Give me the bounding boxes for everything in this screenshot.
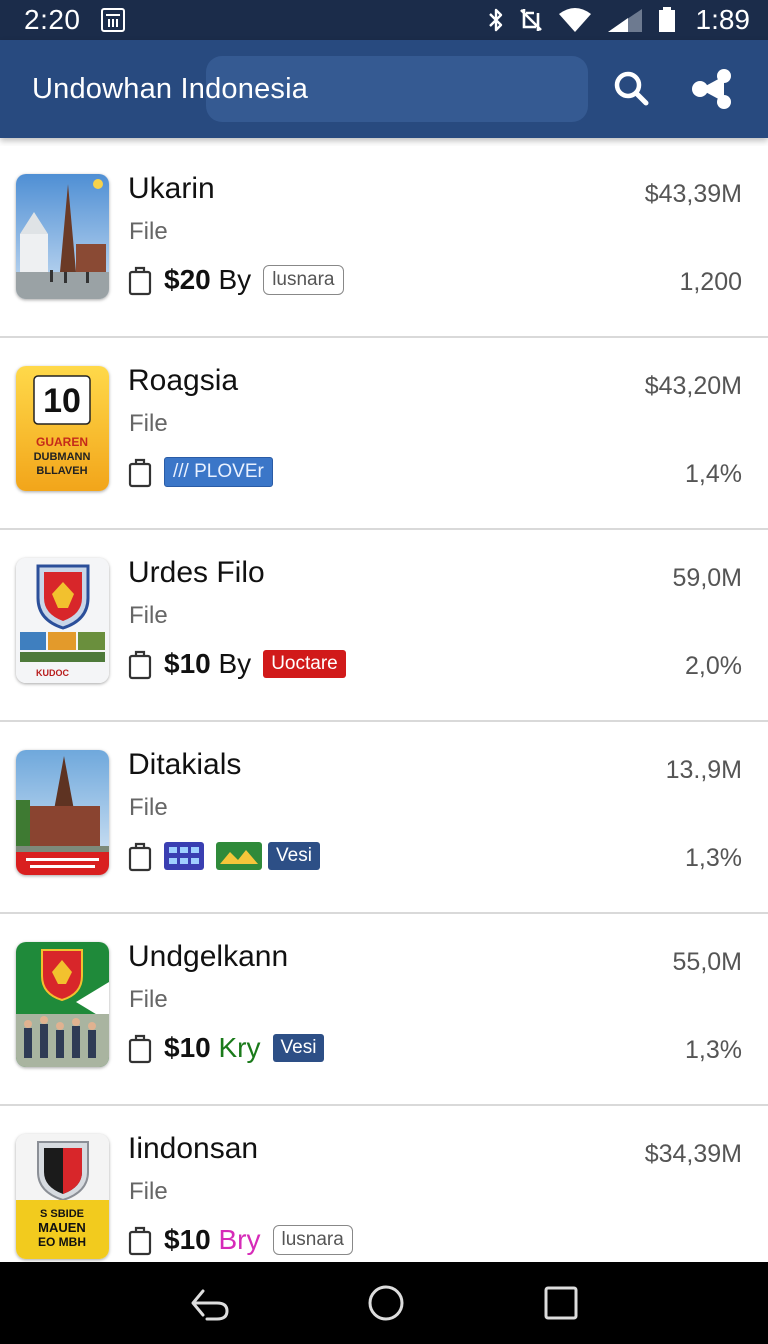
status-icons: 1:89 <box>488 4 751 36</box>
landscape-badge-icon <box>216 842 262 870</box>
list-item[interactable]: Ukarin File $20 By lusnara $43,39M 1,200 <box>0 146 768 338</box>
list-item[interactable]: Ditakials File Vesi 13.,9M 1,3% <box>0 722 768 914</box>
item-price-line: $20 By lusnara <box>128 262 344 298</box>
item-title: Ukarin <box>128 172 215 205</box>
status-time: 2:20 <box>24 4 81 35</box>
item-amount: 59,0M <box>672 564 742 592</box>
back-icon[interactable] <box>187 1283 231 1323</box>
item-price-line: $10 By Uoctare <box>128 646 346 682</box>
item-price: $10 Bry <box>164 1224 261 1255</box>
battery-icon <box>658 7 676 33</box>
item-tag: lusnara <box>263 265 344 295</box>
item-amount: $34,39M <box>644 1140 742 1168</box>
shopping-bag-icon <box>128 1032 152 1064</box>
signal-icon <box>606 7 644 33</box>
item-stat: 1,3% <box>685 1036 742 1064</box>
item-stat: 1,4% <box>685 460 742 488</box>
item-price: $20 By <box>164 264 252 295</box>
item-stat: 1,3% <box>685 844 742 872</box>
shopping-bag-icon <box>128 840 152 872</box>
item-tag: lusnara <box>272 1225 353 1255</box>
file-list: Ukarin File $20 By lusnara $43,39M 1,200… <box>0 146 768 1298</box>
item-thumbnail: S SBIDE MAUEN EO MBH <box>16 1134 109 1259</box>
thumbnail-text: DUBMANN <box>34 451 91 463</box>
thumbnail-text: EO MBH <box>38 1235 86 1249</box>
item-stat: 1,200 <box>679 268 742 296</box>
status-clock: 1:89 <box>695 4 751 35</box>
item-title: Ditakials <box>128 748 242 781</box>
page-title: Undowhan Indonesia <box>32 72 309 105</box>
price-unit: Bry <box>218 1224 261 1255</box>
item-thumbnail: KUDOC <box>16 558 109 683</box>
shopping-bag-icon <box>128 648 152 680</box>
item-type: File <box>129 410 168 437</box>
status-bar: 2:20 1:89 <box>0 0 768 40</box>
thumbnail-text: BLLAVEH <box>36 465 87 477</box>
item-type: File <box>129 602 168 629</box>
thumbnail-text: MAUEN <box>38 1220 86 1235</box>
shopping-bag-icon <box>128 1224 152 1256</box>
navigation-bar <box>0 1262 768 1344</box>
search-icon[interactable] <box>612 69 652 109</box>
price-unit: Kry <box>218 1032 261 1063</box>
item-stat: 2,0% <box>685 652 742 680</box>
thumbnail-text: GUAREN <box>36 435 88 449</box>
item-title: Iindonsan <box>128 1132 259 1165</box>
thumbnail-text: S SBIDE <box>40 1208 84 1220</box>
item-thumbnail <box>16 174 109 299</box>
item-price-line: $10 Bry lusnara <box>128 1222 353 1258</box>
bluetooth-icon <box>488 7 504 33</box>
item-type: File <box>129 1178 168 1205</box>
list-item[interactable]: Undgelkann File $10 Kry Vesi 55,0M 1,3% <box>0 914 768 1106</box>
item-tag: /// PLOVEr <box>164 457 273 487</box>
item-tag: Vesi <box>272 1034 325 1062</box>
item-amount: 55,0M <box>672 948 742 976</box>
shopping-bag-icon <box>128 456 152 488</box>
item-price-line: $10 Kry Vesi <box>128 1030 325 1066</box>
item-thumbnail <box>16 750 109 875</box>
calendar-icon <box>100 8 125 32</box>
home-icon[interactable] <box>366 1283 406 1323</box>
item-price: $10 By <box>164 648 252 679</box>
shopping-bag-icon <box>128 264 152 296</box>
wifi-icon <box>558 7 592 33</box>
share-icon[interactable] <box>690 68 736 110</box>
item-price-line: /// PLOVEr <box>128 454 273 490</box>
item-thumbnail: 10 GUAREN DUBMANN BLLAVEH <box>16 366 109 491</box>
thumbnail-number: 10 <box>43 382 81 420</box>
item-price-line: Vesi <box>128 838 320 874</box>
item-amount: 13.,9M <box>665 756 742 784</box>
list-item[interactable]: 10 GUAREN DUBMANN BLLAVEH Roagsia File /… <box>0 338 768 530</box>
item-title: Undgelkann <box>128 940 289 973</box>
app-bar-actions <box>612 68 736 110</box>
list-item[interactable]: KUDOC Urdes Filo File $10 By Uoctare 59,… <box>0 530 768 722</box>
app-bar: Undowhan Indonesia <box>0 40 768 138</box>
item-amount: $43,20M <box>644 372 742 400</box>
item-title: Roagsia <box>128 364 239 397</box>
recents-icon[interactable] <box>541 1283 581 1323</box>
nfc-icon <box>518 7 544 33</box>
item-title: Urdes Filo <box>128 556 265 589</box>
item-thumbnail <box>16 942 109 1067</box>
price-unit: By <box>218 648 252 679</box>
item-price: $10 Kry <box>164 1032 261 1063</box>
item-tag: Uoctare <box>263 650 346 678</box>
item-tag: Vesi <box>268 842 320 870</box>
item-amount: $43,39M <box>644 180 742 208</box>
item-type: File <box>129 218 168 245</box>
item-type: File <box>129 986 168 1013</box>
price-unit: By <box>218 264 252 295</box>
thumbnail-caption: KUDOC <box>36 668 69 678</box>
grid-badge-icon <box>164 842 204 870</box>
item-type: File <box>129 794 168 821</box>
stripes-icon: /// <box>173 461 189 482</box>
